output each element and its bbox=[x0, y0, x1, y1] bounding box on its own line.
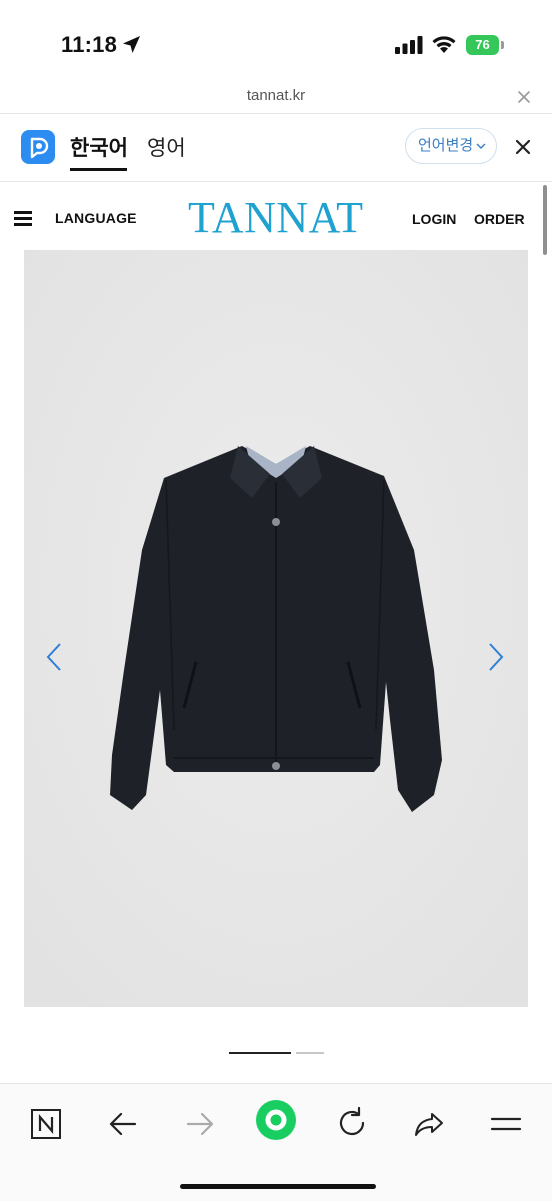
battery-nub bbox=[501, 41, 504, 49]
carousel-next-icon[interactable] bbox=[487, 642, 505, 672]
carousel-prev-icon[interactable] bbox=[45, 642, 63, 672]
tab-korean[interactable]: 한국어 bbox=[70, 132, 128, 162]
carousel-indicator[interactable] bbox=[296, 1052, 324, 1054]
site-logo[interactable]: TANNAT bbox=[188, 194, 363, 242]
translate-bar: 한국어 영어 언어변경 bbox=[0, 114, 552, 182]
location-arrow-icon bbox=[123, 36, 140, 53]
translate-close-icon[interactable] bbox=[515, 139, 531, 155]
menu-icon[interactable] bbox=[486, 1104, 526, 1144]
change-language-label: 언어변경 bbox=[418, 137, 474, 154]
status-time: 11:18 bbox=[61, 32, 118, 57]
product-image[interactable] bbox=[24, 250, 528, 1007]
active-tab-underline bbox=[70, 168, 127, 171]
carousel-indicator-active[interactable] bbox=[229, 1052, 291, 1054]
back-arrow-icon[interactable] bbox=[103, 1104, 143, 1144]
naver-n-icon[interactable] bbox=[26, 1104, 66, 1144]
wifi-icon bbox=[432, 36, 456, 53]
status-bar: 11:18 76 bbox=[0, 0, 552, 85]
url-text[interactable]: tannat.kr bbox=[0, 87, 552, 104]
login-link[interactable]: LOGIN bbox=[412, 211, 456, 227]
reload-icon[interactable] bbox=[332, 1104, 372, 1144]
language-menu-link[interactable]: LANGUAGE bbox=[55, 210, 137, 226]
jacket-photo bbox=[24, 250, 528, 1007]
home-indicator bbox=[180, 1184, 376, 1189]
address-bar[interactable]: tannat.kr bbox=[0, 85, 552, 114]
site-header: LANGUAGE TANNAT LOGIN ORDER bbox=[0, 182, 540, 250]
close-icon[interactable] bbox=[516, 89, 532, 105]
green-home-icon[interactable] bbox=[256, 1100, 296, 1140]
hamburger-menu-icon[interactable] bbox=[14, 211, 32, 226]
order-link[interactable]: ORDER bbox=[474, 211, 525, 227]
battery-level: 76 bbox=[475, 37, 490, 52]
tab-english[interactable]: 영어 bbox=[147, 132, 186, 162]
signal-bars-icon bbox=[395, 36, 423, 54]
share-icon[interactable] bbox=[409, 1104, 449, 1144]
forward-arrow-icon[interactable] bbox=[180, 1104, 220, 1144]
battery-icon: 76 bbox=[466, 35, 504, 55]
chevron-down-icon bbox=[476, 143, 486, 149]
papago-translate-icon[interactable] bbox=[21, 130, 55, 164]
page-scrollbar[interactable] bbox=[543, 185, 547, 255]
